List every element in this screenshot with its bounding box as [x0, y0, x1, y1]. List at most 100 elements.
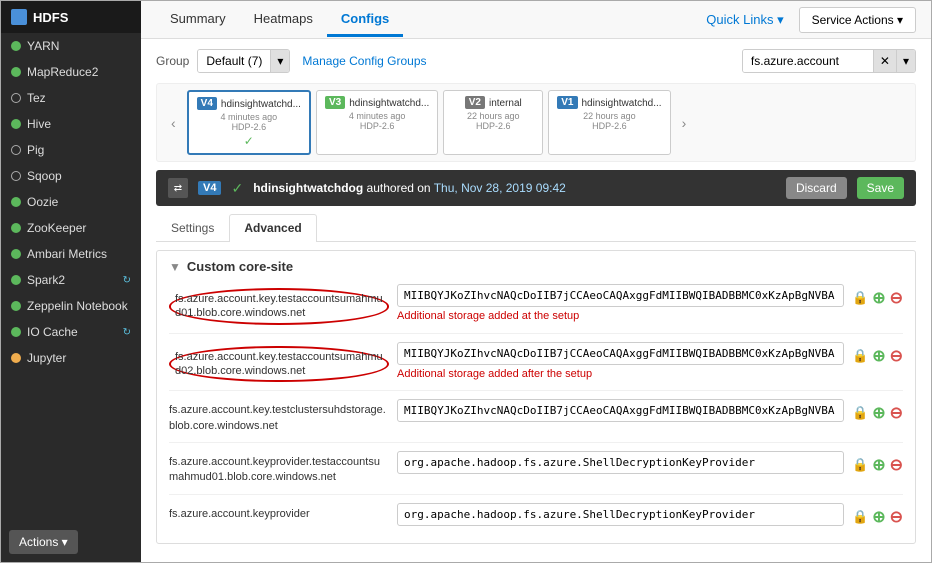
- settings-tabs: SettingsAdvanced: [156, 214, 916, 242]
- highlighted-key: fs.azure.account.key.testaccountsumahmud…: [169, 288, 389, 325]
- manage-config-groups-link[interactable]: Manage Config Groups: [302, 54, 426, 68]
- version-card-v4[interactable]: V4 hdinsightwatchd... 4 minutes ago HDP-…: [187, 90, 311, 155]
- sidebar-item-jupyter[interactable]: Jupyter: [1, 345, 141, 371]
- version-name: hdinsightwatchd...: [349, 98, 429, 109]
- version-name: internal: [489, 98, 522, 109]
- quick-links[interactable]: Quick Links ▾: [706, 12, 783, 28]
- lock-icon[interactable]: 🔒: [852, 509, 868, 525]
- sidebar-item-zeppelin-notebook[interactable]: Zeppelin Notebook: [1, 293, 141, 319]
- sidebar-item-zookeeper[interactable]: ZooKeeper: [1, 215, 141, 241]
- status-indicator: [11, 353, 21, 363]
- remove-property-icon[interactable]: ⊖: [890, 507, 903, 527]
- search-clear-icon[interactable]: ✕: [873, 50, 896, 72]
- config-value-container: Additional storage added at the setup: [397, 284, 844, 323]
- version-card-v2[interactable]: V2 internal 22 hours ago HDP-2.6: [443, 90, 543, 155]
- config-row: fs.azure.account.keyprovider 🔒 ⊕ ⊖: [169, 503, 903, 535]
- version-badge: V3: [325, 96, 345, 109]
- sidebar-title: HDFS: [33, 10, 68, 25]
- sidebar-item-ambari-metrics[interactable]: Ambari Metrics: [1, 241, 141, 267]
- sidebar-item-sqoop[interactable]: Sqoop: [1, 163, 141, 189]
- remove-property-icon[interactable]: ⊖: [890, 288, 903, 308]
- settings-tab-settings[interactable]: Settings: [156, 214, 229, 241]
- config-note: Additional storage added after the setup: [397, 367, 844, 381]
- sidebar-item-spark2[interactable]: Spark2↻: [1, 267, 141, 293]
- config-value-container: [397, 451, 844, 474]
- search-box: ✕ ▾: [742, 49, 916, 73]
- config-row: fs.azure.account.keyprovider.testaccount…: [169, 451, 903, 495]
- version-hdp: HDP-2.6: [452, 121, 534, 131]
- section-arrow-icon: ▼: [169, 260, 181, 274]
- version-time: 4 minutes ago: [197, 112, 301, 122]
- config-row-actions: 🔒 ⊕ ⊖: [852, 399, 903, 423]
- sidebar: HDFS YARN MapReduce2 TezHivePig Sqoop Oozie Z…: [1, 1, 141, 562]
- remove-property-icon[interactable]: ⊖: [890, 346, 903, 366]
- lock-icon[interactable]: 🔒: [852, 405, 868, 421]
- config-value-input[interactable]: [397, 284, 844, 307]
- sidebar-item-label: Zeppelin Notebook: [27, 299, 131, 313]
- lock-icon[interactable]: 🔒: [852, 348, 868, 364]
- config-value-input[interactable]: [397, 399, 844, 422]
- service-actions-button[interactable]: Service Actions ▾: [799, 7, 916, 33]
- search-input[interactable]: [743, 50, 873, 72]
- sidebar-item-label: IO Cache: [27, 325, 117, 339]
- config-note: Additional storage added at the setup: [397, 309, 844, 323]
- version-card-v3[interactable]: V3 hdinsightwatchd... 4 minutes ago HDP-…: [316, 90, 438, 155]
- add-property-icon[interactable]: ⊕: [872, 403, 885, 423]
- add-property-icon[interactable]: ⊕: [872, 455, 885, 475]
- config-row-actions: 🔒 ⊕ ⊖: [852, 284, 903, 308]
- lock-icon[interactable]: 🔒: [852, 457, 868, 473]
- sidebar-item-tez[interactable]: Tez: [1, 85, 141, 111]
- config-value-input[interactable]: [397, 503, 844, 526]
- group-select-text: Default (7): [198, 50, 270, 72]
- nav-tab-summary[interactable]: Summary: [156, 3, 240, 37]
- sidebar-item-hive[interactable]: Hive: [1, 111, 141, 137]
- sidebar-item-label: Sqoop: [27, 169, 131, 183]
- status-indicator: [11, 223, 21, 233]
- status-indicator: [11, 197, 21, 207]
- config-section: ▼ Custom core-site fs.azure.account.key.…: [156, 250, 916, 544]
- sidebar-item-mapreduce2[interactable]: MapReduce2: [1, 59, 141, 85]
- nav-tab-configs[interactable]: Configs: [327, 3, 403, 37]
- commit-diff-icon[interactable]: ⇄: [168, 178, 188, 198]
- status-indicator: [11, 41, 21, 51]
- add-property-icon[interactable]: ⊕: [872, 346, 885, 366]
- config-key: fs.azure.account.keyprovider: [169, 503, 389, 522]
- remove-property-icon[interactable]: ⊖: [890, 403, 903, 423]
- version-nav-left[interactable]: ‹: [165, 111, 182, 135]
- config-value-input[interactable]: [397, 451, 844, 474]
- config-value-input[interactable]: [397, 342, 844, 365]
- remove-property-icon[interactable]: ⊖: [890, 455, 903, 475]
- search-dropdown-icon[interactable]: ▾: [896, 50, 915, 72]
- section-header[interactable]: ▼ Custom core-site: [169, 259, 903, 274]
- group-select-arrow[interactable]: ▾: [270, 50, 289, 72]
- add-property-icon[interactable]: ⊕: [872, 507, 885, 527]
- sidebar-item-label: ZooKeeper: [27, 221, 131, 235]
- refresh-icon[interactable]: ↻: [123, 275, 131, 286]
- nav-tab-heatmaps[interactable]: Heatmaps: [240, 3, 327, 37]
- commit-bar: ⇄ V4 ✓ hdinsightwatchdog authored on Thu…: [156, 170, 916, 206]
- sidebar-item-label: MapReduce2: [27, 65, 131, 79]
- sidebar-item-pig[interactable]: Pig: [1, 137, 141, 163]
- version-name: hdinsightwatchd...: [582, 98, 662, 109]
- version-badge: V2: [465, 96, 485, 109]
- group-select[interactable]: Default (7) ▾: [197, 49, 290, 73]
- commit-text: hdinsightwatchdog authored on Thu, Nov 2…: [253, 181, 776, 195]
- lock-icon[interactable]: 🔒: [852, 290, 868, 306]
- sidebar-item-label: Ambari Metrics: [27, 247, 131, 261]
- actions-button[interactable]: Actions ▾: [9, 530, 78, 554]
- version-card-v1[interactable]: V1 hdinsightwatchd... 22 hours ago HDP-2…: [548, 90, 670, 155]
- refresh-icon[interactable]: ↻: [123, 327, 131, 338]
- config-value-container: [397, 399, 844, 422]
- status-indicator: [11, 145, 21, 155]
- sidebar-item-yarn[interactable]: YARN: [1, 33, 141, 59]
- sidebar-item-io-cache[interactable]: IO Cache ↻: [1, 319, 141, 345]
- sidebar-item-oozie[interactable]: Oozie: [1, 189, 141, 215]
- discard-button[interactable]: Discard: [786, 177, 847, 199]
- add-property-icon[interactable]: ⊕: [872, 288, 885, 308]
- version-nav-right[interactable]: ›: [676, 111, 693, 135]
- settings-tab-advanced[interactable]: Advanced: [229, 214, 316, 242]
- config-value-container: Additional storage added after the setup: [397, 342, 844, 381]
- save-button[interactable]: Save: [857, 177, 904, 199]
- version-badge: V1: [557, 96, 577, 109]
- status-indicator: [11, 171, 21, 181]
